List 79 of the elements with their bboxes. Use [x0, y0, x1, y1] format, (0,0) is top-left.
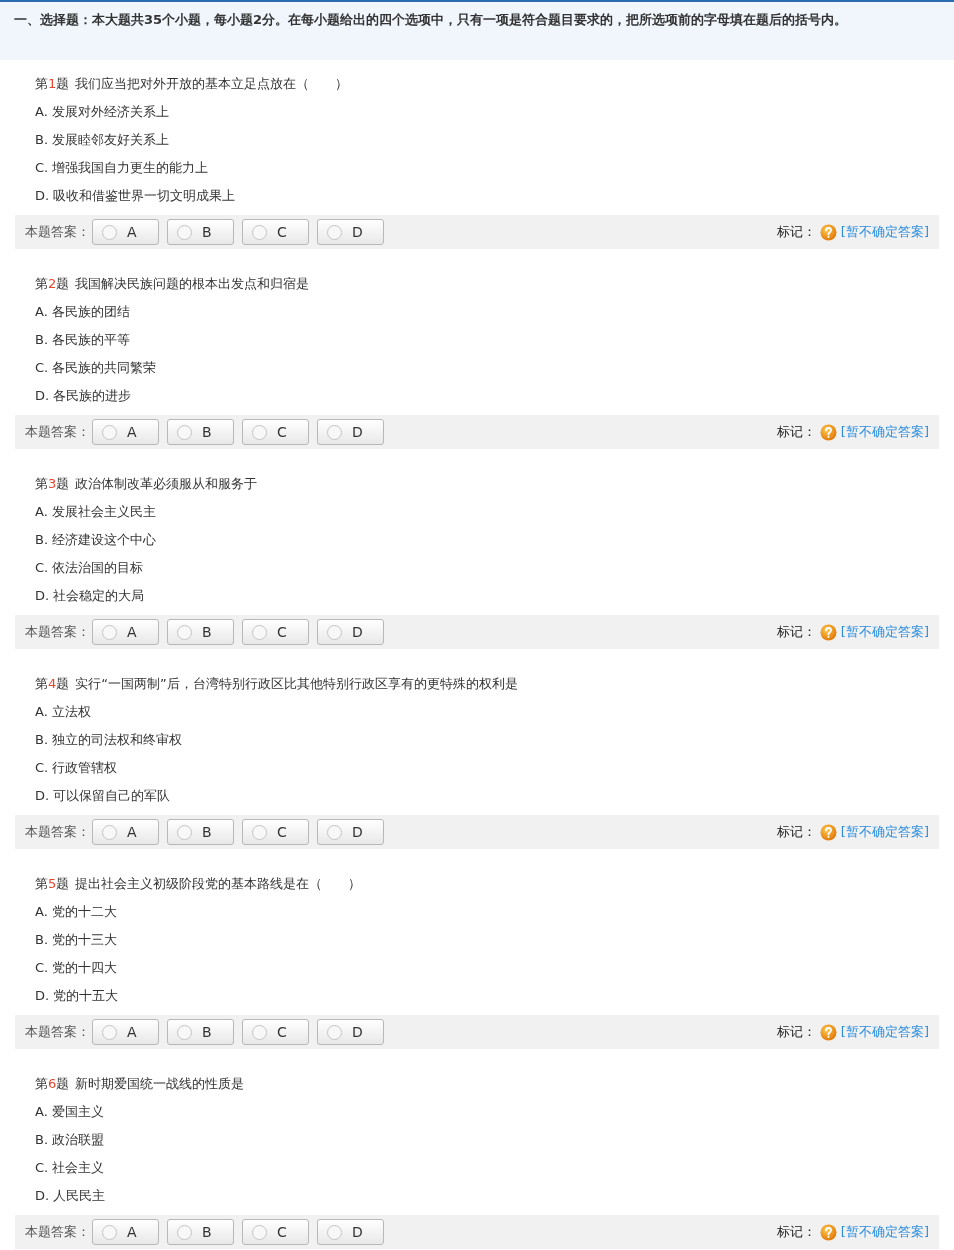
answer-label: 本题答案： [25, 1023, 90, 1042]
answer-option-button[interactable]: D [317, 1019, 384, 1045]
option-text: C. 行政管辖权 [35, 759, 118, 778]
question-mark-icon [819, 1223, 837, 1241]
answer-option-button[interactable]: A [92, 1219, 159, 1245]
question-number: 第5题 [35, 875, 70, 894]
answer-label: 本题答案： [25, 223, 90, 242]
option-text: A. 各民族的团结 [35, 303, 130, 322]
question-text: 我国解决民族问题的根本出发点和归宿是 [75, 275, 310, 294]
answer-option-button[interactable]: C [242, 1019, 309, 1045]
section-header: 一、选择题：本大题共35个小题，每小题2分。在每小题给出的四个选项中，只有一项是符合题目要求的，把所选项前的字母填在题后的括号内。 [0, 0, 954, 60]
question-mark-icon [819, 223, 837, 241]
option-text: B. 各民族的平等 [35, 331, 131, 350]
question-mark-icon [819, 423, 837, 441]
answer-option-button[interactable]: D [317, 419, 384, 445]
question-number: 第4题 [35, 675, 70, 694]
answer-option-button[interactable]: A [92, 619, 159, 645]
answer-label: 本题答案： [25, 823, 90, 842]
option-text: B. 经济建设这个中心 [35, 531, 157, 550]
option-text: D. 吸收和借鉴世界一切文明成果上 [35, 187, 236, 206]
answer-option-button[interactable]: B [167, 1219, 234, 1245]
option-text: B. 发展睦邻友好关系上 [35, 131, 170, 150]
question-number: 第1题 [35, 75, 70, 94]
option-text: A. 立法权 [35, 703, 91, 722]
mark-label: 标记： [776, 623, 816, 642]
answer-option-button[interactable]: B [167, 819, 234, 845]
option-text: B. 党的十三大 [35, 931, 118, 950]
question-number: 第2题 [35, 275, 70, 294]
answer-option-button[interactable]: C [242, 619, 309, 645]
question-mark-icon [819, 823, 837, 841]
option-text: C. 党的十四大 [35, 959, 118, 978]
answer-label: 本题答案： [25, 1223, 90, 1242]
answer-option-button[interactable]: A [92, 819, 159, 845]
answer-label: 本题答案： [25, 423, 90, 442]
answer-option-button[interactable]: D [317, 619, 384, 645]
answer-option-button[interactable]: B [167, 419, 234, 445]
option-text: D. 人民民主 [35, 1187, 106, 1206]
answer-label: 本题答案： [25, 623, 90, 642]
answer-option-button[interactable]: D [317, 1219, 384, 1245]
option-text: A. 爱国主义 [35, 1103, 104, 1122]
question-mark-icon [819, 623, 837, 641]
mark-label: 标记： [776, 1223, 816, 1242]
question-number: 第6题 [35, 1075, 70, 1094]
answer-option-button[interactable]: A [92, 1019, 159, 1045]
option-text: C. 各民族的共同繁荣 [35, 359, 157, 378]
answer-option-button[interactable]: B [167, 1019, 234, 1045]
question-text: 实行“一国两制”后，台湾特别行政区比其他特别行政区享有的更特殊的权利是 [75, 675, 518, 694]
option-text: C. 增强我国自力更生的能力上 [35, 159, 209, 178]
answer-option-button[interactable]: D [317, 219, 384, 245]
question-text: 新时期爱国统一战线的性质是 [75, 1075, 245, 1094]
mark-label: 标记： [776, 1023, 816, 1042]
question-number: 第3题 [35, 475, 70, 494]
question-text: 政治体制改革必须服从和服务于 [75, 475, 258, 494]
answer-option-button[interactable]: C [242, 1219, 309, 1245]
answer-option-button[interactable]: C [242, 419, 309, 445]
question-text: 我们应当把对外开放的基本立足点放在（ ） [75, 75, 349, 94]
option-text: B. 政治联盟 [35, 1131, 105, 1150]
mark-label: 标记： [776, 223, 816, 242]
option-text: D. 社会稳定的大局 [35, 587, 145, 606]
option-text: C. 社会主义 [35, 1159, 105, 1178]
option-text: D. 各民族的进步 [35, 387, 132, 406]
question-mark-icon [819, 1023, 837, 1041]
answer-option-button[interactable]: D [317, 819, 384, 845]
option-text: A. 党的十二大 [35, 903, 117, 922]
answer-option-button[interactable]: B [167, 219, 234, 245]
answer-option-button[interactable]: B [167, 619, 234, 645]
answer-option-button[interactable]: A [92, 219, 159, 245]
option-text: A. 发展社会主义民主 [35, 503, 156, 522]
option-text: B. 独立的司法权和终审权 [35, 731, 183, 750]
answer-option-button[interactable]: C [242, 219, 309, 245]
option-text: A. 发展对外经济关系上 [35, 103, 169, 122]
answer-option-button[interactable]: C [242, 819, 309, 845]
option-text: D. 党的十五大 [35, 987, 119, 1006]
option-text: C. 依法治国的目标 [35, 559, 144, 578]
mark-label: 标记： [776, 823, 816, 842]
answer-option-button[interactable]: A [92, 419, 159, 445]
question-text: 提出社会主义初级阶段党的基本路线是在（ ） [75, 875, 362, 894]
option-text: D. 可以保留自己的军队 [35, 787, 171, 806]
mark-label: 标记： [776, 423, 816, 442]
